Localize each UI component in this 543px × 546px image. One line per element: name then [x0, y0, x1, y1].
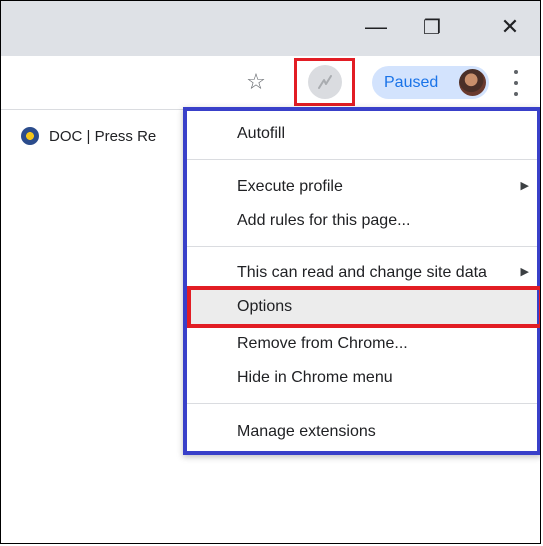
menu-item-hide-in-menu[interactable]: Hide in Chrome menu — [187, 361, 537, 395]
menu-item-add-rules[interactable]: Add rules for this page... — [187, 204, 537, 238]
menu-item-label: Autofill — [237, 125, 286, 142]
menu-item-label: Manage extensions — [237, 423, 376, 440]
kebab-menu-icon[interactable] — [508, 70, 524, 96]
menu-item-label: Execute profile — [237, 178, 343, 195]
menu-item-label: Hide in Chrome menu — [237, 369, 393, 386]
menu-item-site-access[interactable]: This can read and change site data ▶ — [187, 256, 537, 290]
menu-item-label: Add rules for this page... — [237, 212, 411, 229]
commerce-seal-icon — [21, 127, 39, 145]
submenu-arrow-icon: ▶ — [520, 180, 529, 192]
restore-icon[interactable]: ❐ — [410, 9, 454, 45]
extension-icon — [307, 65, 342, 99]
bookmark-item[interactable]: DOC | Press Re — [21, 124, 156, 148]
menu-divider — [187, 246, 537, 247]
submenu-arrow-icon: ▶ — [520, 266, 529, 278]
bookmark-label: DOC | Press Re — [49, 127, 157, 145]
extension-context-menu: Autofill Execute profile ▶ Add rules for… — [183, 107, 540, 455]
extension-button[interactable] — [294, 58, 355, 106]
menu-item-execute-profile[interactable]: Execute profile ▶ — [187, 170, 537, 204]
star-icon[interactable]: ☆ — [243, 69, 269, 95]
avatar — [459, 69, 486, 96]
minimize-icon[interactable]: — — [354, 9, 398, 45]
menu-divider — [187, 159, 537, 160]
menu-divider — [187, 403, 537, 404]
profile-button[interactable]: Paused — [372, 66, 489, 99]
menu-item-label: Remove from Chrome... — [237, 335, 408, 352]
close-icon[interactable]: ✕ — [488, 9, 532, 45]
menu-item-manage-extensions[interactable]: Manage extensions — [187, 415, 537, 449]
menu-item-label: Options — [237, 298, 293, 315]
title-bar: — ❐ ✕ — [1, 1, 540, 56]
menu-item-label: This can read and change site data — [237, 264, 487, 281]
menu-item-autofill[interactable]: Autofill — [187, 117, 537, 151]
menu-item-remove-from-chrome[interactable]: Remove from Chrome... — [187, 327, 537, 361]
browser-window: — ❐ ✕ ☆ Paused DOC | Press Re Autofill E… — [0, 0, 541, 544]
profile-status-label: Paused — [384, 73, 439, 91]
menu-item-options[interactable]: Options — [187, 290, 537, 324]
browser-toolbar: ☆ Paused — [1, 56, 540, 110]
